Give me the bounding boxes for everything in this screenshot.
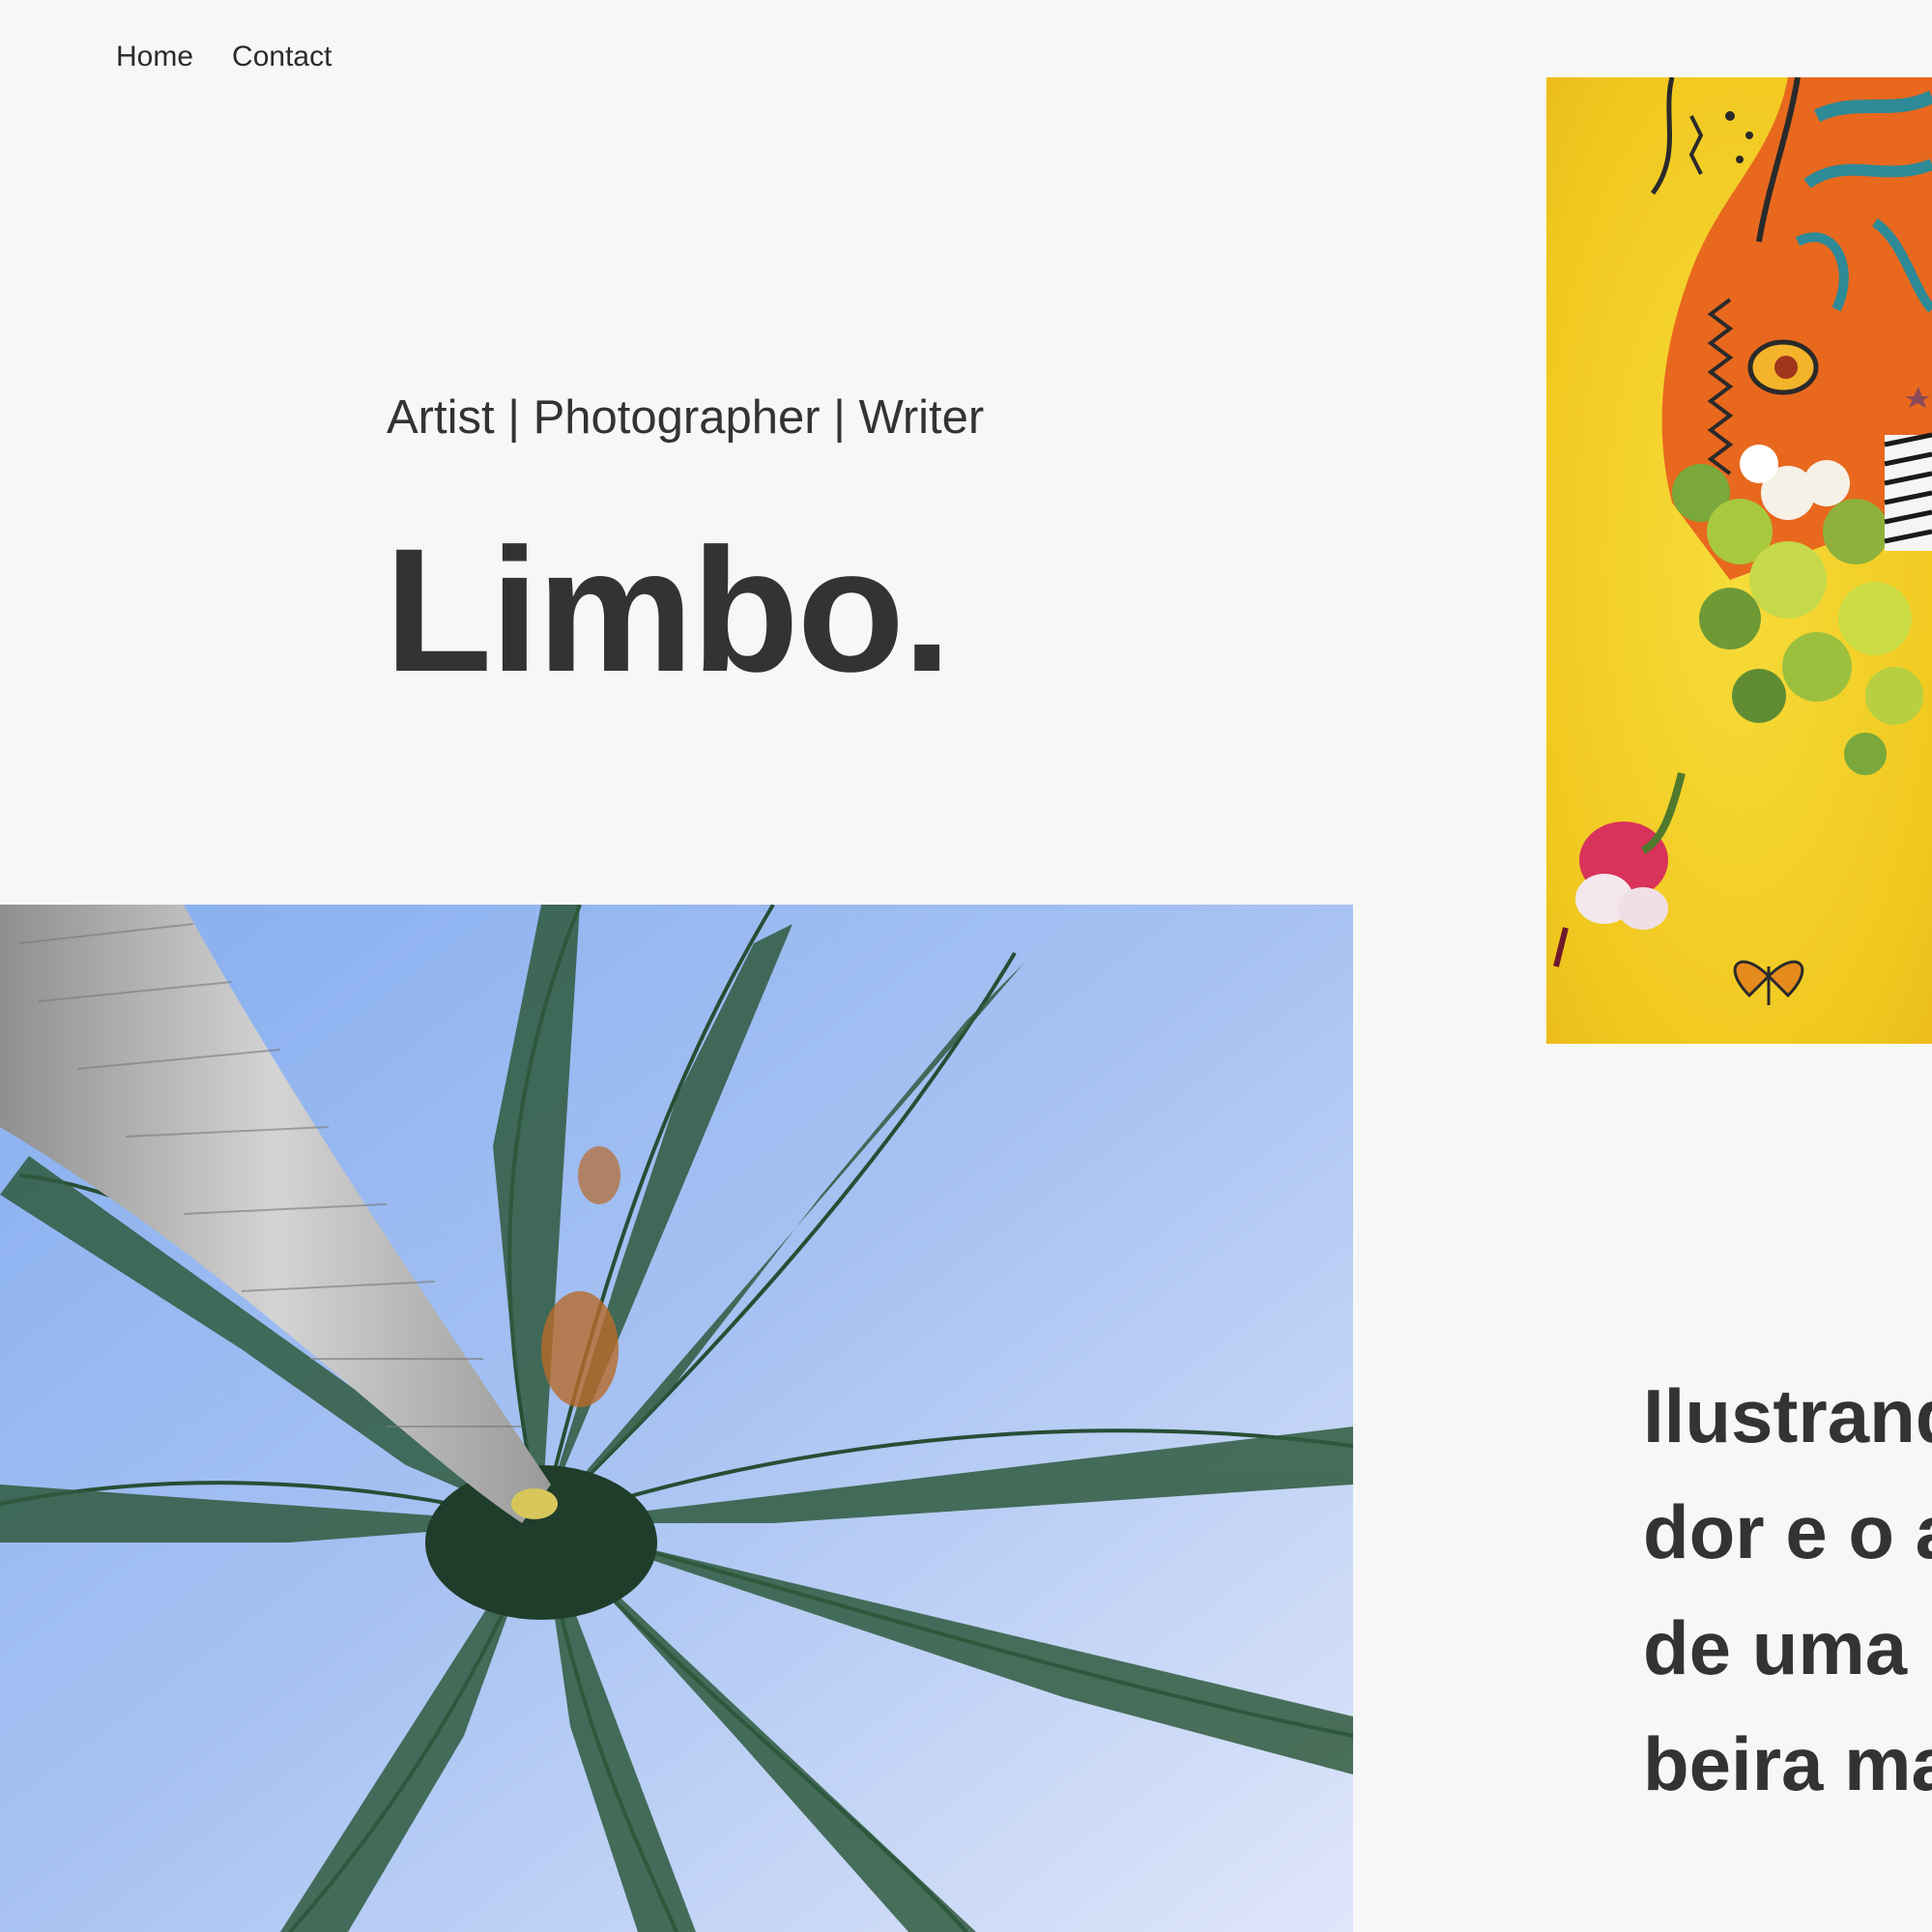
quote-line-2: dor e o a: [1643, 1489, 1932, 1574]
quote-line-3: de uma: [1643, 1605, 1908, 1690]
quote-line-4: beira ma: [1643, 1721, 1932, 1806]
quote-text: Ilustrand dor e o a de uma beira ma: [1643, 1358, 1932, 1822]
top-nav: Home Contact: [116, 43, 332, 72]
page: Home Contact Artist | Photographer | Wri…: [0, 0, 1932, 1932]
nav-contact-link[interactable]: Contact: [232, 43, 332, 72]
hero-subtitle: Artist | Photographer | Writer: [387, 391, 985, 444]
nav-home-link[interactable]: Home: [116, 43, 193, 72]
palm-tree-image: [0, 905, 1353, 1932]
quote-line-1: Ilustrand: [1643, 1373, 1932, 1458]
illustration-artwork: [1546, 77, 1932, 1044]
palm-tree-photo: [0, 905, 1353, 1932]
hero-title: Limbo.: [385, 511, 951, 708]
illustration-image: [1546, 77, 1932, 1044]
